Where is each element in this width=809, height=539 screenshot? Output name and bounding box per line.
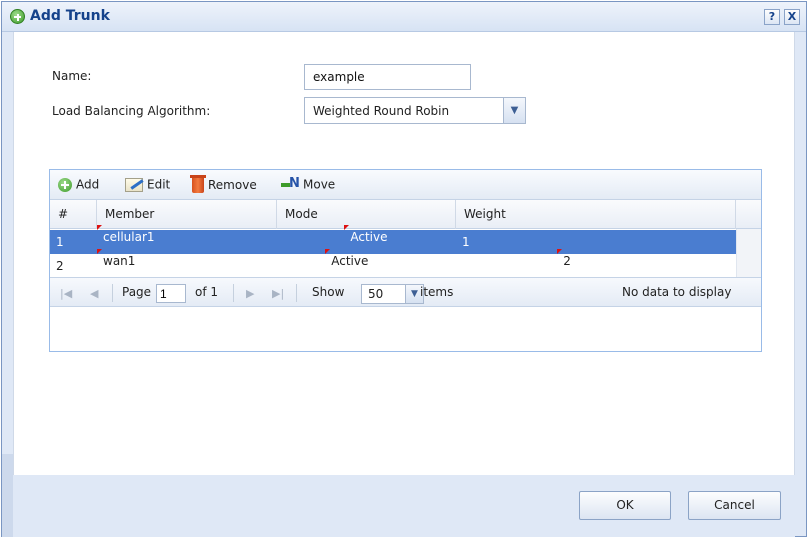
page-size-select[interactable]: 50 ▼ — [361, 284, 424, 304]
grid-pager: |◀ ◀ Page of 1 ▶ ▶| Show 50 ▼ items No d… — [50, 277, 761, 307]
edit-label: Edit — [147, 177, 171, 192]
page-size-value: 50 — [368, 287, 384, 301]
load-balancing-value: Weighted Round Robin — [313, 104, 450, 118]
close-button[interactable]: X — [784, 9, 800, 25]
move-button[interactable]: Move — [281, 176, 336, 195]
member-cell[interactable]: cellular1 — [97, 225, 161, 249]
page-input[interactable] — [156, 284, 186, 303]
dialog-title: Add Trunk — [30, 8, 110, 24]
page-label: Page — [122, 285, 152, 299]
show-label: Show — [312, 285, 345, 299]
pager-divider — [233, 284, 234, 302]
last-page-icon[interactable]: ▶| — [272, 287, 284, 300]
help-button[interactable]: ? — [764, 9, 780, 25]
chevron-down-icon[interactable]: ▼ — [503, 98, 525, 123]
dialog-footer — [13, 475, 795, 537]
name-input[interactable] — [304, 64, 471, 90]
pager-status: No data to display — [622, 285, 732, 299]
edit-button[interactable]: Edit — [125, 177, 170, 195]
edit-icon — [125, 177, 143, 192]
member-cell[interactable]: wan1 — [97, 249, 141, 273]
dialog-titlebar: Add Trunk ? X — [2, 2, 806, 32]
trash-icon — [190, 175, 206, 193]
page-count: of 1 — [195, 285, 219, 299]
mode-cell[interactable]: Active — [325, 249, 374, 273]
load-balancing-label: Load Balancing Algorithm: — [52, 104, 211, 118]
next-page-icon[interactable]: ▶ — [246, 287, 254, 300]
move-icon — [281, 176, 300, 192]
dialog-content: Name: Load Balancing Algorithm: Weighted… — [13, 32, 795, 475]
first-page-icon[interactable]: |◀ — [60, 287, 72, 300]
pager-divider — [112, 284, 113, 302]
grid-toolbar: Add Edit Remove Move — [50, 170, 761, 200]
grid-scrollbar[interactable] — [736, 229, 761, 277]
remove-button[interactable]: Remove — [190, 175, 257, 195]
add-icon — [58, 177, 72, 192]
cancel-button[interactable]: Cancel — [688, 491, 781, 520]
ok-button[interactable]: OK — [579, 491, 671, 520]
add-button[interactable]: Add — [58, 177, 99, 195]
column-header-number[interactable]: # — [50, 200, 97, 229]
row-number: 1 — [56, 235, 64, 249]
mode-cell[interactable]: Active — [344, 225, 393, 249]
load-balancing-select[interactable]: Weighted Round Robin ▼ — [304, 97, 526, 124]
table-row[interactable]: 2 wan1 Active 2 — [50, 254, 736, 278]
dialog-left-strip — [2, 454, 13, 537]
weight-cell[interactable]: 1 — [456, 230, 736, 254]
table-row[interactable]: 1 cellular1 Active 1 — [50, 230, 736, 254]
name-label: Name: — [52, 69, 92, 83]
row-number: 2 — [56, 259, 64, 273]
weight-cell[interactable]: 2 — [557, 249, 577, 273]
column-header-weight[interactable]: Weight — [456, 200, 736, 229]
prev-page-icon[interactable]: ◀ — [90, 287, 98, 300]
member-grid: Add Edit Remove Move # Member Mode Weigh… — [49, 169, 762, 352]
add-icon — [10, 9, 25, 24]
remove-label: Remove — [208, 178, 257, 192]
move-label: Move — [303, 177, 336, 192]
pager-divider — [296, 284, 297, 302]
add-label: Add — [76, 177, 100, 192]
add-trunk-dialog: Add Trunk ? X Name: Load Balancing Algor… — [1, 1, 807, 537]
items-label: items — [420, 285, 454, 299]
